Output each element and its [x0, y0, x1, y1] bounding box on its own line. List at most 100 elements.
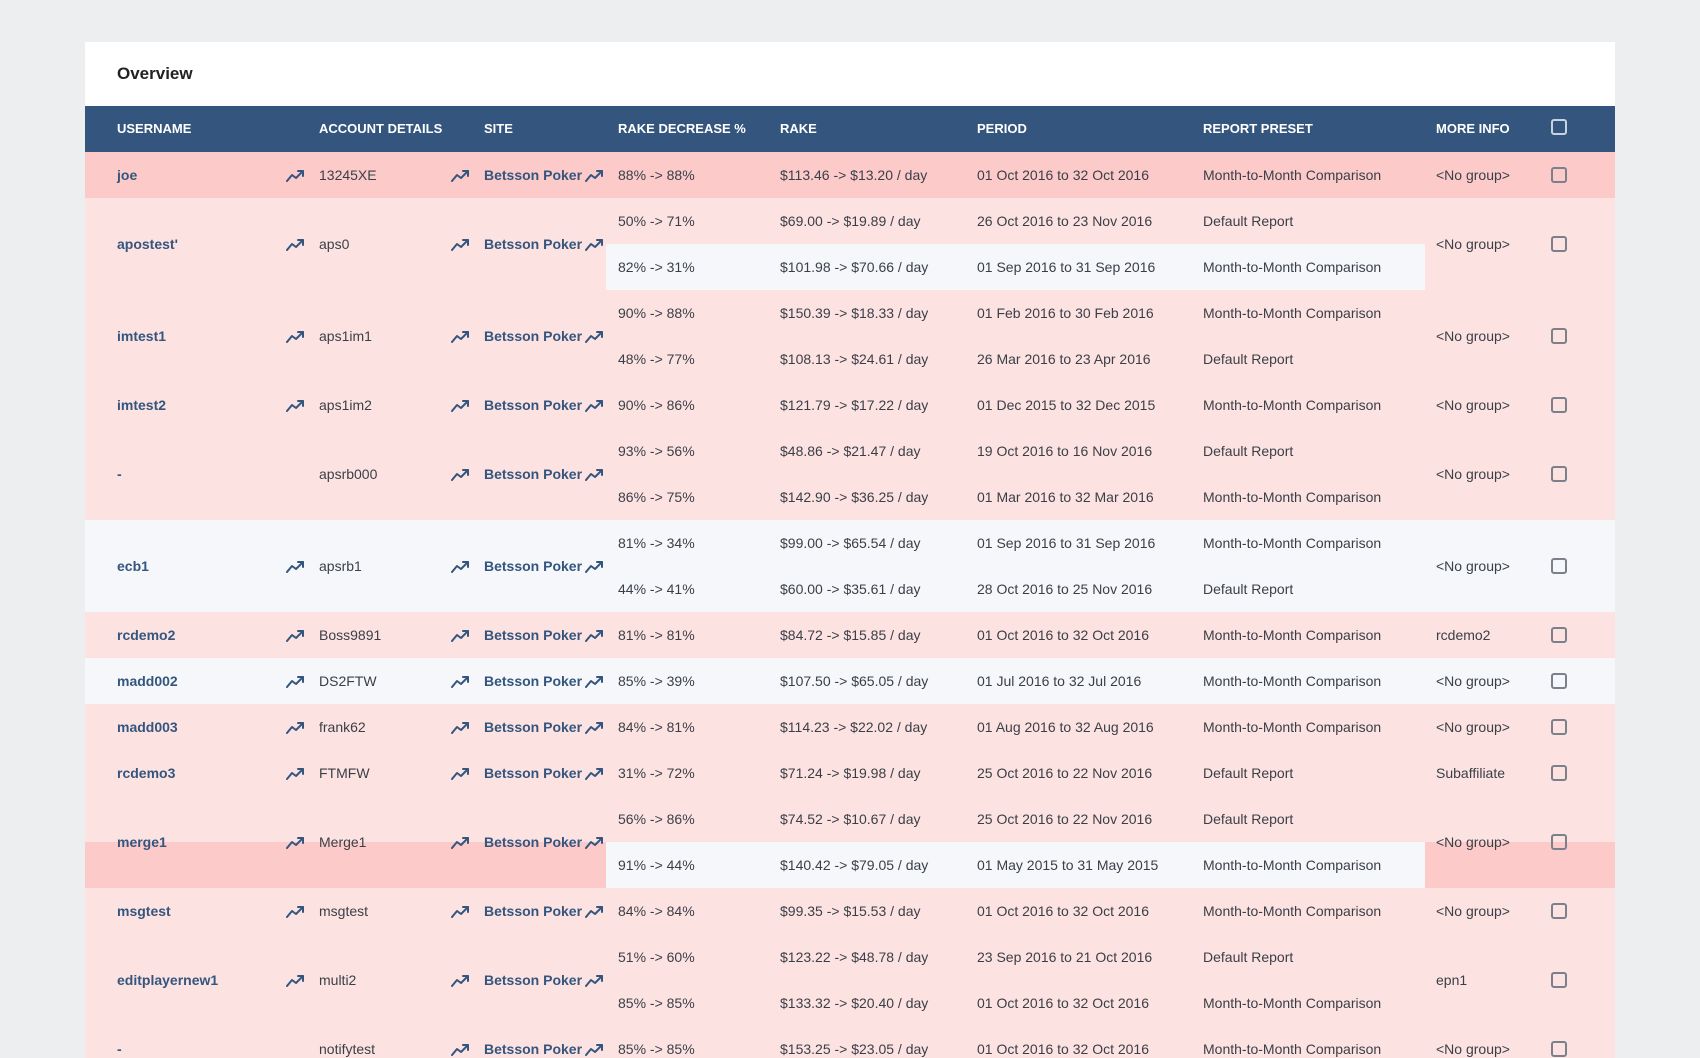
- username-link[interactable]: -: [117, 464, 122, 484]
- report-preset-value[interactable]: Month-to-Month Comparison: [1203, 257, 1381, 277]
- report-preset-value[interactable]: Month-to-Month Comparison: [1203, 165, 1381, 185]
- report-preset-value[interactable]: Month-to-Month Comparison: [1203, 303, 1381, 323]
- username-link[interactable]: editplayernew1: [117, 970, 218, 990]
- trending-up-icon[interactable]: [585, 974, 603, 987]
- report-preset-value[interactable]: Month-to-Month Comparison: [1203, 487, 1381, 507]
- report-preset-value[interactable]: Default Report: [1203, 809, 1293, 829]
- trending-up-icon[interactable]: [286, 238, 304, 251]
- trending-up-icon[interactable]: [451, 721, 469, 734]
- trending-up-icon[interactable]: [585, 1043, 603, 1056]
- row-checkbox[interactable]: [1551, 765, 1567, 781]
- col-header-rake-decrease[interactable]: RAKE DECREASE %: [618, 106, 746, 152]
- trending-up-icon[interactable]: [585, 767, 603, 780]
- row-checkbox[interactable]: [1551, 719, 1567, 735]
- trending-up-icon[interactable]: [585, 629, 603, 642]
- trending-up-icon[interactable]: [451, 767, 469, 780]
- trending-up-icon[interactable]: [451, 1043, 469, 1056]
- report-preset-value[interactable]: Month-to-Month Comparison: [1203, 855, 1381, 875]
- trending-up-icon[interactable]: [585, 399, 603, 412]
- username-link[interactable]: rcdemo3: [117, 763, 175, 783]
- col-header-report-preset[interactable]: REPORT PRESET: [1203, 106, 1313, 152]
- col-header-rake[interactable]: RAKE: [780, 106, 817, 152]
- trending-up-icon[interactable]: [286, 767, 304, 780]
- username-link[interactable]: madd003: [117, 717, 178, 737]
- row-checkbox[interactable]: [1551, 673, 1567, 689]
- row-checkbox[interactable]: [1551, 558, 1567, 574]
- username-link[interactable]: rcdemo2: [117, 625, 175, 645]
- trending-up-icon[interactable]: [451, 468, 469, 481]
- username-link[interactable]: imtest2: [117, 395, 166, 415]
- report-preset-value[interactable]: Month-to-Month Comparison: [1203, 533, 1381, 553]
- username-link[interactable]: -: [117, 1039, 122, 1058]
- report-preset-value[interactable]: Default Report: [1203, 579, 1293, 599]
- report-preset-value[interactable]: Month-to-Month Comparison: [1203, 395, 1381, 415]
- username-link[interactable]: madd002: [117, 671, 178, 691]
- trending-up-icon[interactable]: [585, 721, 603, 734]
- site-link[interactable]: Betsson Poker: [484, 1039, 582, 1058]
- site-link[interactable]: Betsson Poker: [484, 395, 582, 415]
- site-link[interactable]: Betsson Poker: [484, 717, 582, 737]
- site-link[interactable]: Betsson Poker: [484, 901, 582, 921]
- select-all-checkbox[interactable]: [1551, 119, 1567, 135]
- trending-up-icon[interactable]: [585, 330, 603, 343]
- trending-up-icon[interactable]: [451, 169, 469, 182]
- trending-up-icon[interactable]: [451, 560, 469, 573]
- site-link[interactable]: Betsson Poker: [484, 970, 582, 990]
- row-checkbox[interactable]: [1551, 1041, 1567, 1057]
- username-link[interactable]: joe: [117, 165, 137, 185]
- site-link[interactable]: Betsson Poker: [484, 165, 582, 185]
- trending-up-icon[interactable]: [585, 468, 603, 481]
- trending-up-icon[interactable]: [286, 721, 304, 734]
- report-preset-value[interactable]: Month-to-Month Comparison: [1203, 1039, 1381, 1058]
- site-link[interactable]: Betsson Poker: [484, 326, 582, 346]
- trending-up-icon[interactable]: [585, 560, 603, 573]
- site-link[interactable]: Betsson Poker: [484, 234, 582, 254]
- report-preset-value[interactable]: Default Report: [1203, 763, 1293, 783]
- trending-up-icon[interactable]: [286, 905, 304, 918]
- report-preset-value[interactable]: Month-to-Month Comparison: [1203, 717, 1381, 737]
- row-checkbox[interactable]: [1551, 903, 1567, 919]
- username-link[interactable]: imtest1: [117, 326, 166, 346]
- row-checkbox[interactable]: [1551, 397, 1567, 413]
- trending-up-icon[interactable]: [286, 629, 304, 642]
- report-preset-value[interactable]: Month-to-Month Comparison: [1203, 671, 1381, 691]
- trending-up-icon[interactable]: [286, 169, 304, 182]
- username-link[interactable]: merge1: [117, 832, 167, 852]
- username-link[interactable]: apostest': [117, 234, 178, 254]
- trending-up-icon[interactable]: [585, 169, 603, 182]
- col-header-site[interactable]: SITE: [484, 106, 513, 152]
- row-checkbox[interactable]: [1551, 627, 1567, 643]
- row-checkbox[interactable]: [1551, 167, 1567, 183]
- report-preset-value[interactable]: Default Report: [1203, 947, 1293, 967]
- trending-up-icon[interactable]: [451, 399, 469, 412]
- trending-up-icon[interactable]: [585, 238, 603, 251]
- col-header-period[interactable]: PERIOD: [977, 106, 1027, 152]
- row-checkbox[interactable]: [1551, 236, 1567, 252]
- report-preset-value[interactable]: Default Report: [1203, 211, 1293, 231]
- trending-up-icon[interactable]: [451, 629, 469, 642]
- trending-up-icon[interactable]: [286, 330, 304, 343]
- trending-up-icon[interactable]: [451, 836, 469, 849]
- trending-up-icon[interactable]: [585, 675, 603, 688]
- trending-up-icon[interactable]: [585, 836, 603, 849]
- trending-up-icon[interactable]: [451, 330, 469, 343]
- col-header-username[interactable]: USERNAME: [117, 106, 191, 152]
- site-link[interactable]: Betsson Poker: [484, 556, 582, 576]
- trending-up-icon[interactable]: [286, 560, 304, 573]
- trending-up-icon[interactable]: [286, 675, 304, 688]
- trending-up-icon[interactable]: [286, 399, 304, 412]
- row-checkbox[interactable]: [1551, 466, 1567, 482]
- trending-up-icon[interactable]: [451, 974, 469, 987]
- site-link[interactable]: Betsson Poker: [484, 625, 582, 645]
- site-link[interactable]: Betsson Poker: [484, 671, 582, 691]
- row-checkbox[interactable]: [1551, 328, 1567, 344]
- trending-up-icon[interactable]: [286, 974, 304, 987]
- trending-up-icon[interactable]: [451, 905, 469, 918]
- site-link[interactable]: Betsson Poker: [484, 832, 582, 852]
- row-checkbox[interactable]: [1551, 972, 1567, 988]
- report-preset-value[interactable]: Month-to-Month Comparison: [1203, 625, 1381, 645]
- report-preset-value[interactable]: Month-to-Month Comparison: [1203, 901, 1381, 921]
- report-preset-value[interactable]: Default Report: [1203, 441, 1293, 461]
- trending-up-icon[interactable]: [451, 238, 469, 251]
- trending-up-icon[interactable]: [286, 836, 304, 849]
